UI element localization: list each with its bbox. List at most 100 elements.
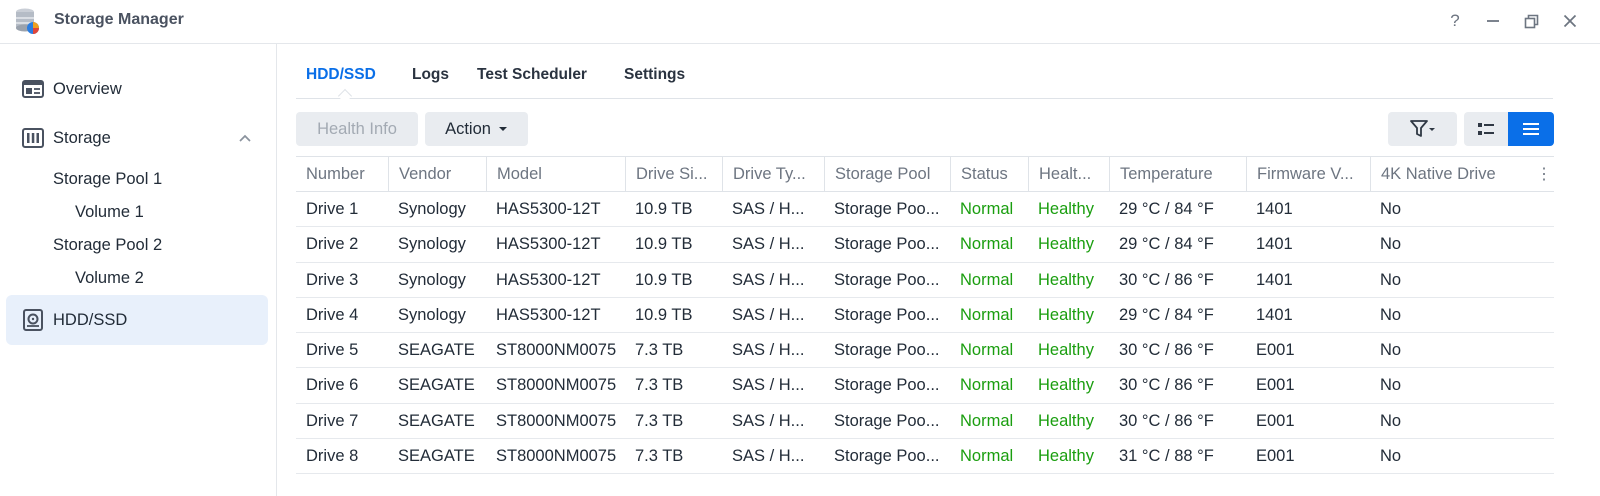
cell-temperature: 30 °C / 86 °F: [1119, 341, 1214, 360]
cell-model: ST8000NM0075: [496, 376, 617, 395]
cell-4k-native: No: [1380, 376, 1402, 395]
cell-vendor: Synology: [398, 305, 466, 324]
table-row[interactable]: Drive 6 SEAGATE ST8000NM0075 7.3 TB SAS / H.…: [296, 368, 1554, 404]
list-view-icon: [1478, 123, 1494, 135]
cell-status: Normal: [960, 200, 1014, 218]
cell-firmware: 1401: [1256, 305, 1293, 324]
column-header-storage-pool[interactable]: Storage Pool: [824, 157, 950, 191]
tab-test-scheduler[interactable]: Test Scheduler: [477, 66, 587, 84]
cell-number: Drive 7: [306, 411, 359, 430]
restore-icon: [1524, 14, 1538, 28]
cell-drive-type: SAS / H...: [732, 235, 805, 254]
detail-view-button[interactable]: [1508, 112, 1554, 146]
cell-temperature: 30 °C / 86 °F: [1119, 411, 1214, 430]
tab-logs[interactable]: Logs: [412, 66, 449, 84]
column-header-4k-native[interactable]: 4K Native Drive: [1370, 157, 1533, 191]
title-bar: Storage Manager ?: [0, 0, 1600, 44]
table-row[interactable]: Drive 2 Synology HAS5300-12T 10.9 TB SAS / H…: [296, 227, 1554, 263]
cell-4k-native: No: [1380, 200, 1402, 218]
cell-drive-type: SAS / H...: [732, 200, 805, 218]
cell-health: Healthy: [1038, 341, 1094, 360]
cell-temperature: 30 °C / 86 °F: [1119, 376, 1214, 395]
cell-drive-type: SAS / H...: [732, 341, 805, 360]
cell-firmware: 1401: [1256, 235, 1293, 254]
table-row[interactable]: Drive 7 SEAGATE ST8000NM0075 7.3 TB SAS / H.…: [296, 404, 1554, 440]
cell-health: Healthy: [1038, 270, 1094, 289]
action-button[interactable]: Action: [425, 112, 528, 146]
cell-number: Drive 5: [306, 341, 359, 360]
tab-hdd-ssd[interactable]: HDD/SSD: [306, 66, 376, 84]
cell-vendor: Synology: [398, 270, 466, 289]
cell-number: Drive 6: [306, 376, 359, 395]
cell-model: ST8000NM0075: [496, 447, 617, 466]
cell-model: HAS5300-12T: [496, 305, 601, 324]
column-header-status[interactable]: Status: [950, 157, 1028, 191]
cell-4k-native: No: [1380, 411, 1402, 430]
cell-firmware: E001: [1256, 447, 1295, 466]
minimize-button[interactable]: [1480, 8, 1506, 34]
column-header-firmware[interactable]: Firmware V...: [1246, 157, 1370, 191]
cell-model: HAS5300-12T: [496, 200, 601, 218]
sidebar-item-hdd-ssd[interactable]: HDD/SSD: [6, 295, 268, 345]
column-header-drive-size[interactable]: Drive Si...: [625, 157, 722, 191]
sidebar-item-storage[interactable]: Storage: [6, 113, 268, 163]
sidebar-item-volume-1[interactable]: Volume 1: [75, 203, 144, 222]
filter-icon: [1409, 120, 1435, 137]
cell-4k-native: No: [1380, 341, 1402, 360]
cell-health: Healthy: [1038, 305, 1094, 324]
help-button[interactable]: ?: [1442, 8, 1468, 34]
sidebar-item-label: HDD/SSD: [53, 310, 128, 329]
cell-4k-native: No: [1380, 270, 1402, 289]
table-row[interactable]: Drive 1 Synology HAS5300-12T 10.9 TB SAS / H…: [296, 192, 1554, 228]
cell-status: Normal: [960, 411, 1014, 430]
drive-table: Number Vendor Model Drive Si... Drive Ty... S…: [296, 156, 1554, 475]
column-menu-icon[interactable]: ⋮: [1534, 157, 1554, 191]
cell-storage-pool: Storage Poo...: [834, 447, 940, 466]
column-header-number[interactable]: Number: [296, 157, 388, 191]
cell-drive-type: SAS / H...: [732, 270, 805, 289]
close-button[interactable]: [1557, 8, 1583, 34]
table-row[interactable]: Drive 5 SEAGATE ST8000NM0075 7.3 TB SAS / H.…: [296, 333, 1554, 369]
chevron-up-icon[interactable]: [238, 131, 252, 145]
sidebar-item-overview[interactable]: Overview: [6, 64, 268, 114]
cell-drive-size: 7.3 TB: [635, 376, 684, 395]
column-header-drive-type[interactable]: Drive Ty...: [722, 157, 824, 191]
table-row[interactable]: Drive 3 Synology HAS5300-12T 10.9 TB SAS / H…: [296, 263, 1554, 298]
cell-drive-type: SAS / H...: [732, 376, 805, 395]
cell-health: Healthy: [1038, 376, 1094, 395]
sidebar-item-storage-pool-1[interactable]: Storage Pool 1: [53, 170, 162, 189]
cell-vendor: SEAGATE: [398, 447, 475, 466]
cell-vendor: SEAGATE: [398, 411, 475, 430]
cell-temperature: 29 °C / 84 °F: [1119, 235, 1214, 254]
sidebar-item-storage-pool-2[interactable]: Storage Pool 2: [53, 236, 162, 255]
cell-firmware: E001: [1256, 376, 1295, 395]
cell-number: Drive 4: [306, 305, 359, 324]
table-row[interactable]: Drive 8 SEAGATE ST8000NM0075 7.3 TB SAS / H.…: [296, 439, 1554, 475]
cell-storage-pool: Storage Poo...: [834, 376, 940, 395]
cell-model: HAS5300-12T: [496, 270, 601, 289]
cell-health: Healthy: [1038, 200, 1094, 218]
table-header: Number Vendor Model Drive Si... Drive Ty... S…: [296, 156, 1554, 192]
column-header-health[interactable]: Healt...: [1028, 157, 1109, 191]
column-header-vendor[interactable]: Vendor: [388, 157, 486, 191]
cell-storage-pool: Storage Poo...: [834, 235, 940, 254]
cell-drive-size: 7.3 TB: [635, 341, 684, 360]
sidebar-item-volume-2[interactable]: Volume 2: [75, 269, 144, 288]
filter-button[interactable]: [1388, 112, 1457, 146]
cell-storage-pool: Storage Poo...: [834, 411, 940, 430]
list-view-button[interactable]: [1464, 112, 1508, 146]
column-header-temperature[interactable]: Temperature: [1109, 157, 1246, 191]
cell-model: ST8000NM0075: [496, 341, 617, 360]
cell-health: Healthy: [1038, 235, 1094, 254]
cell-drive-size: 7.3 TB: [635, 411, 684, 430]
cell-drive-size: 10.9 TB: [635, 270, 693, 289]
tab-settings[interactable]: Settings: [624, 66, 685, 84]
table-body: Drive 1 Synology HAS5300-12T 10.9 TB SAS / H…: [296, 192, 1554, 475]
sidebar-item-label: Storage: [53, 128, 111, 147]
cell-vendor: SEAGATE: [398, 376, 475, 395]
column-header-model[interactable]: Model: [486, 157, 625, 191]
restore-button[interactable]: [1518, 8, 1544, 34]
cell-status: Normal: [960, 305, 1014, 324]
health-info-button[interactable]: Health Info: [296, 112, 418, 146]
table-row[interactable]: Drive 4 Synology HAS5300-12T 10.9 TB SAS / H…: [296, 298, 1554, 334]
